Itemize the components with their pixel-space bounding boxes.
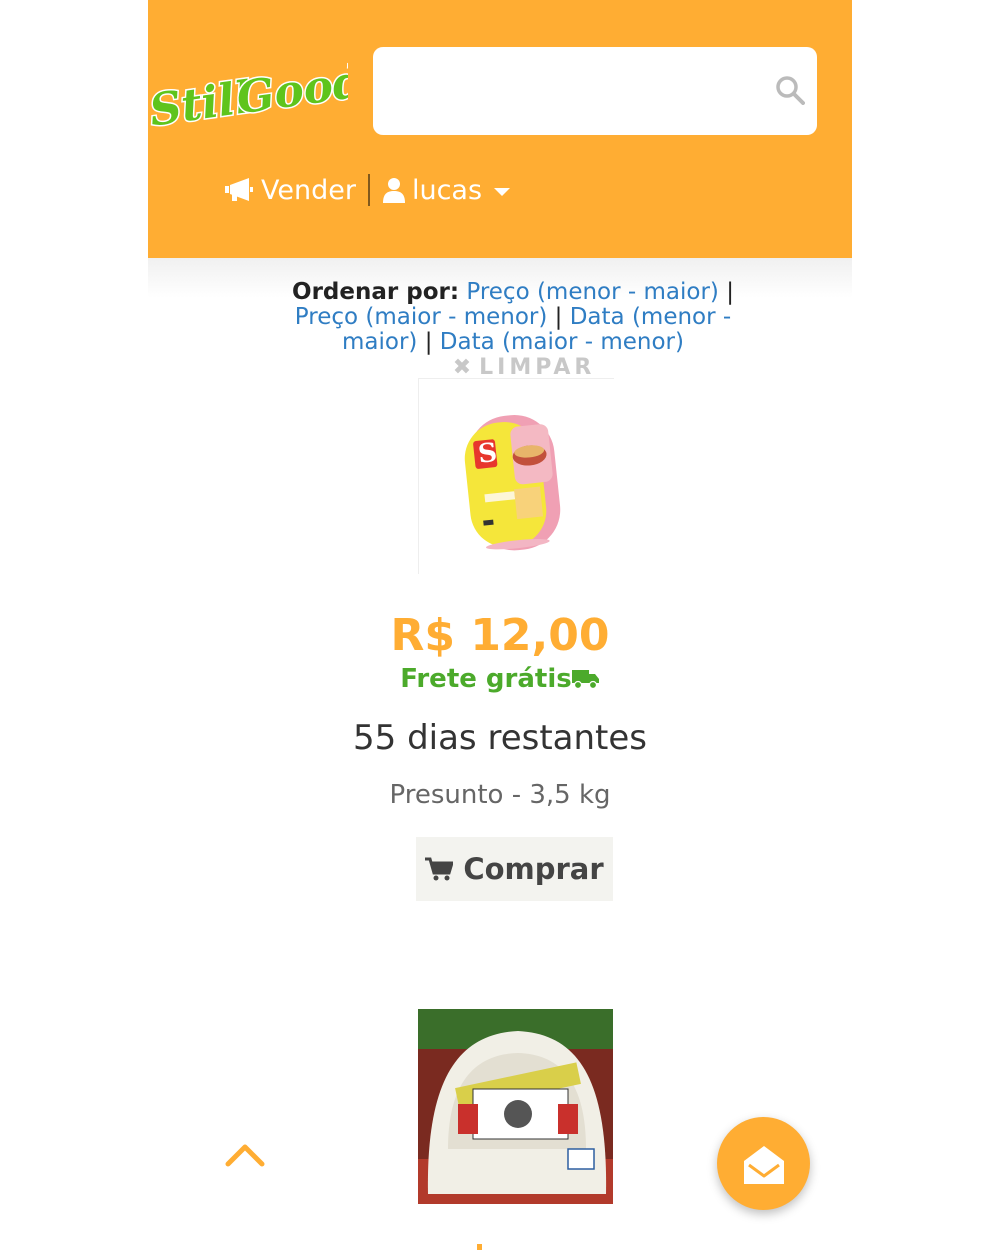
sort-price-desc[interactable]: Preço (maior - menor) [295,304,548,330]
product-image[interactable]: S [418,378,614,574]
search-icon[interactable] [775,75,805,105]
user-menu[interactable]: lucas [382,174,511,206]
sort-price-asc[interactable]: Preço (menor - maior) [466,279,719,305]
user-name: lucas [411,174,483,206]
chevron-up-icon[interactable] [224,1138,266,1168]
nav-divider [367,174,370,206]
user-icon [382,178,405,203]
envelope-icon [743,1145,784,1184]
megaphone-icon [225,178,253,201]
carousel-indicator [477,1244,482,1250]
search-box [373,47,817,135]
search-input[interactable] [389,67,773,117]
product-name[interactable]: Presunto - 3,5 kg [148,780,852,810]
site-header: Still Good Vender lucas [148,0,852,258]
header-nav: Vender lucas [223,170,511,210]
truck-icon [571,670,599,690]
sort-label: Ordenar por: [292,279,460,305]
sort-separator: | [424,329,433,355]
close-icon: ✖ [452,355,472,380]
sort-date-desc[interactable]: Data (maior - menor) [440,329,684,355]
product-image[interactable] [418,1009,613,1204]
svg-text:Good: Good [234,56,348,124]
messages-button[interactable] [717,1117,810,1210]
caret-down-icon [494,187,511,196]
sell-link[interactable]: Vender [223,175,356,206]
svg-text:S: S [477,438,499,470]
sell-label: Vender [261,174,356,206]
buy-button[interactable]: Comprar [416,837,613,901]
sort-separator: | [726,279,734,305]
shipping-info: Frete grátis [148,664,852,694]
clear-sort-button[interactable]: ✖ LIMPAR [453,355,596,380]
clear-label: LIMPAR [479,355,596,380]
sort-separator: | [554,304,563,330]
cart-icon [425,857,454,881]
buy-label: Comprar [463,852,604,886]
sort-bar: Ordenar por: Preço (menor - maior) | Pre… [278,279,748,381]
shipping-label: Frete grátis [400,664,572,694]
days-remaining: 55 dias restantes [353,718,647,758]
product-price: R$ 12,00 [390,610,610,661]
brand-logo[interactable]: Still Good [148,40,348,140]
page: Still Good Vender lucas Ordenar por: Pre… [148,0,852,1250]
